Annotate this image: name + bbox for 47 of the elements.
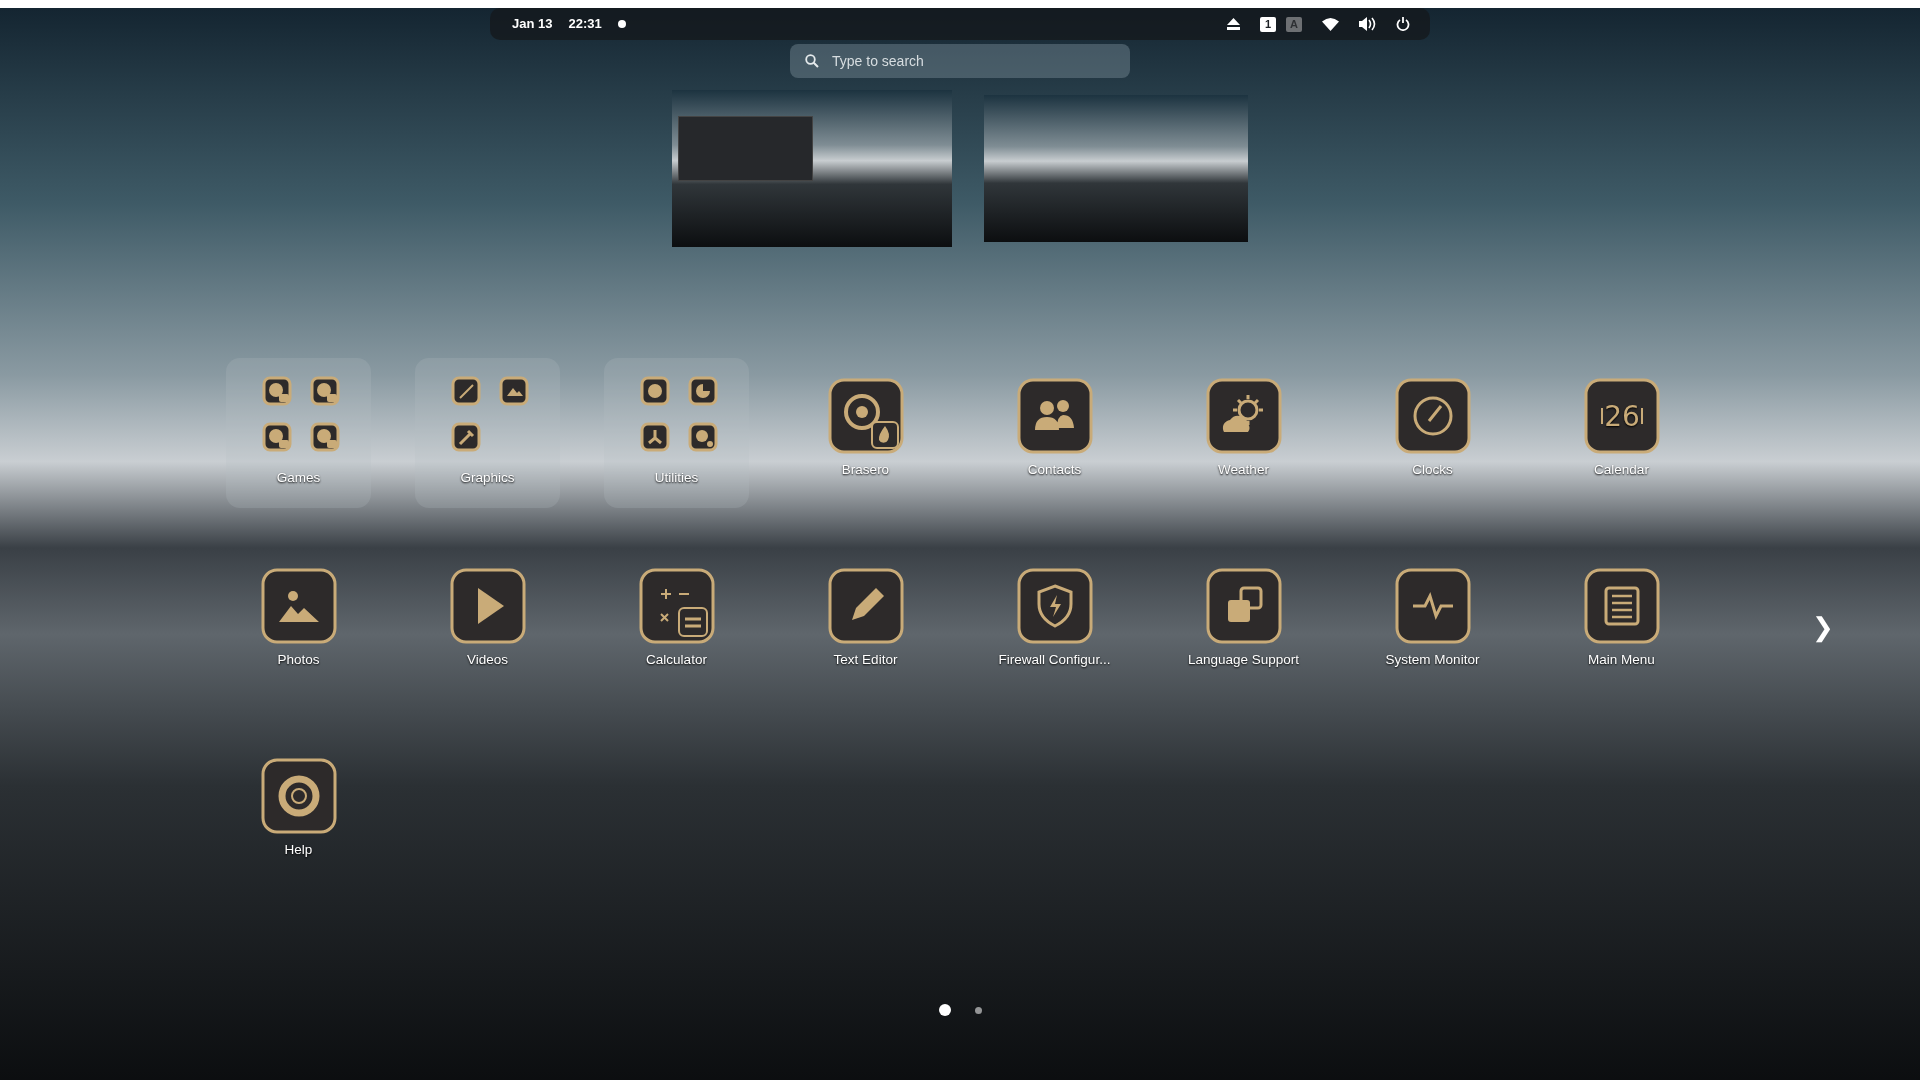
calculator-icon	[638, 568, 715, 644]
app-icon	[450, 376, 481, 406]
app-icon	[261, 376, 292, 406]
app-icon	[639, 422, 670, 452]
app-icon	[639, 376, 670, 406]
list-icon	[1583, 568, 1660, 644]
app-icon	[687, 422, 718, 452]
app-launcher[interactable]: Help	[226, 738, 371, 888]
date-label[interactable]: Jan 13	[512, 14, 553, 34]
page-indicator-dot[interactable]	[974, 1006, 982, 1014]
app-launcher[interactable]: Firewall Configur...	[982, 548, 1127, 698]
app-launcher[interactable]: Calculator	[604, 548, 749, 698]
app-icon	[687, 376, 718, 406]
clock-label[interactable]: 22:31	[568, 14, 602, 34]
clock-icon	[1394, 378, 1471, 454]
volume-icon[interactable]	[1359, 17, 1376, 31]
app-launcher[interactable]: 26 Calendar	[1549, 358, 1694, 508]
lifebuoy-icon	[260, 758, 337, 834]
app-launcher[interactable]: Language Support	[1171, 548, 1316, 698]
page-indicator-dot[interactable]	[938, 1004, 951, 1016]
input-source-indicator[interactable]: 1	[1260, 16, 1276, 32]
language-icon	[1205, 568, 1282, 644]
next-page-button[interactable]: ❯	[1806, 608, 1840, 647]
play-icon	[449, 568, 526, 644]
people-icon	[1016, 378, 1093, 454]
shield-icon	[1016, 568, 1093, 644]
app-icon	[309, 376, 340, 406]
app-launcher[interactable]: Photos	[226, 548, 371, 698]
eject-icon[interactable]	[1227, 18, 1240, 30]
pencil-icon	[827, 568, 904, 644]
app-launcher[interactable]: System Monitor	[1360, 548, 1505, 698]
workspace-thumbnail[interactable]	[672, 90, 952, 247]
image-icon	[260, 568, 337, 644]
app-launcher[interactable]: Text Editor	[793, 548, 938, 698]
power-icon[interactable]	[1396, 17, 1410, 31]
app-icon	[261, 422, 292, 452]
app-icon	[450, 422, 481, 452]
sun-cloud-icon	[1205, 378, 1282, 454]
workspace-thumbnail[interactable]	[984, 95, 1248, 242]
app-launcher[interactable]: Videos	[415, 548, 560, 698]
app-launcher[interactable]: Main Menu	[1549, 548, 1694, 698]
app-icon	[309, 422, 340, 452]
app-icon	[498, 376, 529, 406]
wifi-icon[interactable]	[1322, 17, 1339, 31]
pulse-icon	[1394, 568, 1471, 644]
search-icon	[805, 54, 819, 68]
calendar-icon: 26	[1583, 378, 1660, 454]
